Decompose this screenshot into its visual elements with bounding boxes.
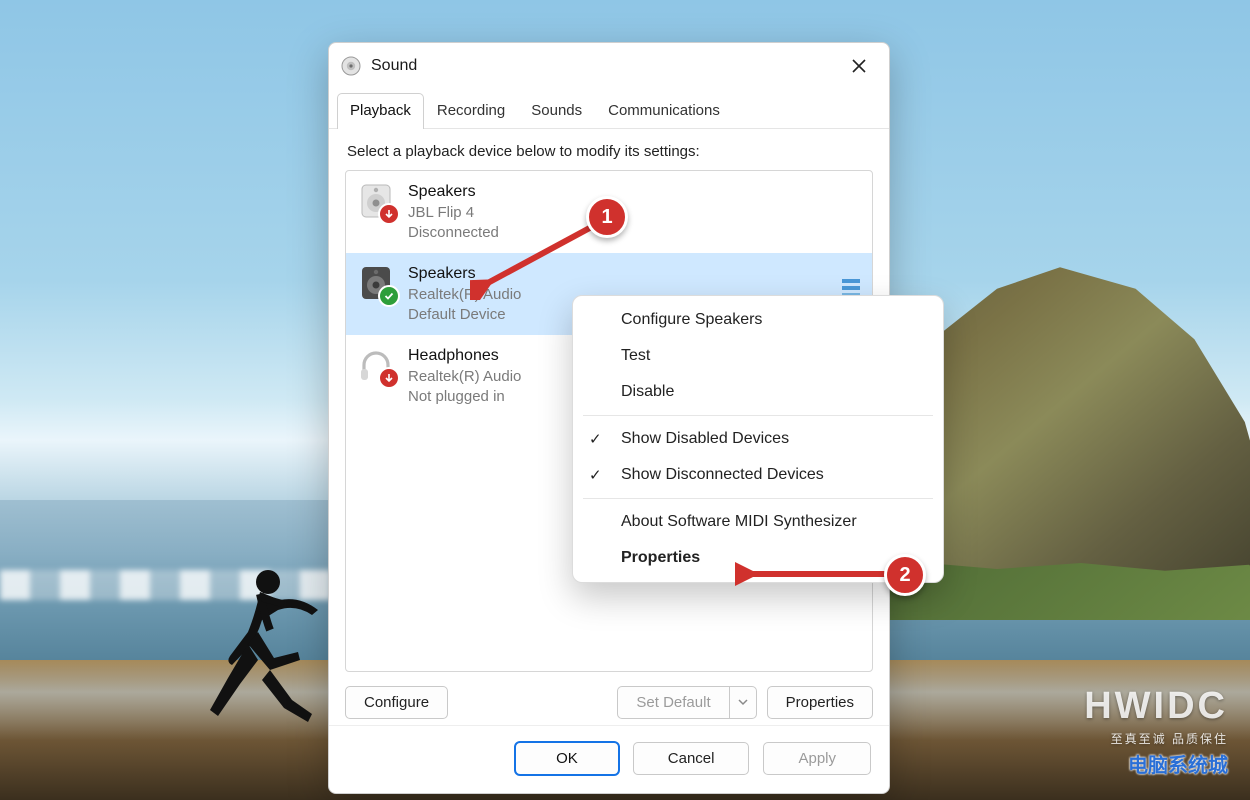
device-title: Speakers (408, 181, 499, 203)
callout-badge: 2 (884, 554, 926, 596)
context-menu: Configure Speakers Test Disable ✓ Show D… (572, 295, 944, 583)
device-status: Disconnected (408, 223, 499, 243)
chevron-down-icon (738, 697, 748, 707)
properties-button[interactable]: Properties (767, 686, 873, 719)
instruction-text: Select a playback device below to modify… (329, 129, 889, 170)
tab-communications[interactable]: Communications (595, 93, 733, 129)
device-title: Headphones (408, 345, 521, 367)
menu-show-disabled[interactable]: ✓ Show Disabled Devices (573, 421, 943, 457)
sound-icon (341, 56, 361, 76)
configure-button[interactable]: Configure (345, 686, 448, 719)
config-row: Configure Set Default Properties (329, 672, 889, 725)
default-badge-icon (378, 285, 400, 307)
menu-separator (583, 498, 933, 499)
dialog-button-row: OK Cancel Apply (329, 725, 889, 793)
speaker-icon (356, 263, 396, 303)
menu-separator (583, 415, 933, 416)
tab-recording[interactable]: Recording (424, 93, 518, 129)
device-title: Speakers (408, 263, 521, 285)
menu-disable[interactable]: Disable (573, 374, 943, 410)
watermark-sub: 至真至诚 品质保住 (1084, 730, 1228, 747)
close-icon (852, 59, 866, 73)
speaker-icon (356, 181, 396, 221)
device-subtitle: Realtek(R) Audio (408, 285, 521, 305)
check-icon: ✓ (589, 466, 602, 484)
device-subtitle: JBL Flip 4 (408, 203, 499, 223)
menu-test[interactable]: Test (573, 338, 943, 374)
menu-configure-speakers[interactable]: Configure Speakers (573, 302, 943, 338)
tab-strip: Playback Recording Sounds Communications (329, 93, 889, 129)
menu-label: Show Disconnected Devices (621, 466, 824, 484)
titlebar: Sound (329, 43, 889, 89)
cancel-button[interactable]: Cancel (633, 742, 750, 775)
device-status: Not plugged in (408, 387, 521, 407)
tab-playback[interactable]: Playback (337, 93, 424, 129)
set-default-button[interactable]: Set Default (617, 686, 728, 719)
set-default-dropdown[interactable] (729, 686, 757, 719)
menu-show-disconnected[interactable]: ✓ Show Disconnected Devices (573, 457, 943, 493)
tab-sounds[interactable]: Sounds (518, 93, 595, 129)
menu-label: Show Disabled Devices (621, 430, 789, 448)
set-default-split-button[interactable]: Set Default (617, 686, 756, 719)
check-icon: ✓ (589, 430, 602, 448)
callout-badge: 1 (586, 196, 628, 238)
watermark: HWIDC 至真至诚 品质保住 电脑系统城 (1084, 685, 1228, 778)
wallpaper-runner (200, 560, 330, 740)
headphones-icon (356, 345, 396, 385)
menu-about-midi[interactable]: About Software MIDI Synthesizer (573, 504, 943, 540)
watermark-logo: 电脑系统城 (1084, 749, 1228, 778)
window-title: Sound (371, 57, 841, 75)
disconnected-badge-icon (378, 203, 400, 225)
device-status: Default Device (408, 305, 521, 325)
unplugged-badge-icon (378, 367, 400, 389)
close-button[interactable] (841, 52, 877, 80)
device-subtitle: Realtek(R) Audio (408, 367, 521, 387)
apply-button[interactable]: Apply (763, 742, 871, 775)
ok-button[interactable]: OK (515, 742, 619, 775)
watermark-main: HWIDC (1084, 685, 1228, 728)
